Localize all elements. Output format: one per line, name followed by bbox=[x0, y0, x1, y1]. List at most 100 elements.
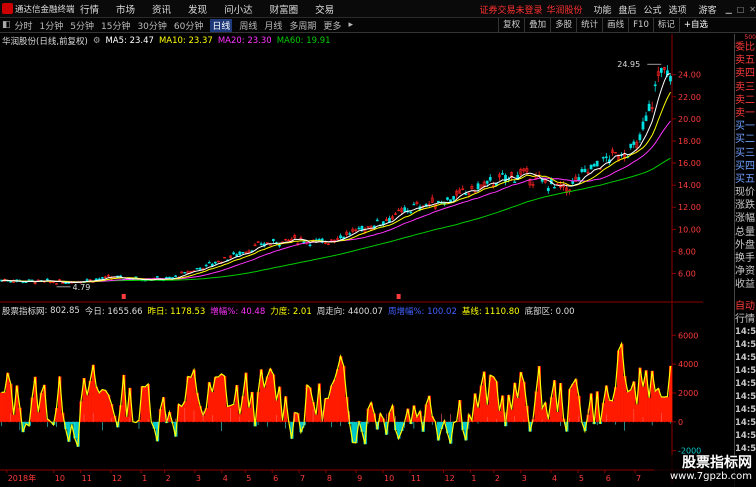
indicator-bar bbox=[0, 392, 4, 422]
guest-label[interactable]: 游客 bbox=[699, 3, 717, 16]
x-tick-label: 2018年 bbox=[8, 473, 36, 483]
indicator-bar bbox=[497, 410, 502, 422]
candle-body bbox=[659, 67, 663, 73]
sidebar-panel2-item[interactable]: 自动 bbox=[735, 300, 756, 313]
menu-after-hours[interactable]: 盘后 bbox=[619, 3, 637, 16]
period-5min[interactable]: 5分钟 bbox=[70, 19, 94, 32]
login-notice[interactable]: 证券交易未登录 bbox=[479, 3, 542, 16]
indicator-bar bbox=[647, 397, 651, 422]
candle-body bbox=[232, 252, 236, 255]
ma60-line bbox=[1, 157, 671, 282]
indicator-bar bbox=[510, 409, 514, 422]
candle-body bbox=[488, 177, 492, 181]
price-tick-label: 6.00 bbox=[678, 269, 696, 278]
menu-ask[interactable]: 问小达 bbox=[224, 2, 253, 16]
indicator-bar bbox=[491, 376, 496, 422]
indicator-bar bbox=[635, 404, 639, 422]
stock-notice[interactable]: 华润股份 bbox=[546, 3, 582, 16]
draw-line-button[interactable]: 画线 bbox=[602, 18, 628, 33]
menu-quotes[interactable]: 行情 bbox=[80, 2, 99, 16]
menu-news[interactable]: 资讯 bbox=[152, 2, 171, 16]
indicator-bar bbox=[546, 419, 551, 422]
x-tick-label: 5 bbox=[579, 474, 584, 483]
kline-chart[interactable]: 24.0022.0020.0018.0016.0014.0012.0010.00… bbox=[0, 34, 703, 484]
minimize-icon[interactable]: ▁ bbox=[726, 5, 732, 14]
candle-body bbox=[64, 282, 68, 284]
price-tick-label: 20.00 bbox=[678, 115, 701, 124]
menu-market[interactable]: 市场 bbox=[116, 2, 135, 16]
x-tick-label: 11 bbox=[82, 474, 92, 483]
menu-trade[interactable]: 交易 bbox=[315, 2, 334, 16]
sub-tick-label: 6000 bbox=[678, 331, 698, 340]
period-more[interactable]: 更多 bbox=[323, 19, 341, 32]
close-icon[interactable]: ✕ bbox=[749, 5, 756, 14]
period-60min[interactable]: 60分钟 bbox=[174, 19, 203, 32]
sub-tick-label: 0 bbox=[678, 418, 683, 427]
indicator-bar bbox=[571, 383, 575, 422]
indicator-bar bbox=[180, 406, 184, 422]
period-intraday[interactable]: 分时 bbox=[15, 19, 33, 32]
x-tick-label: 8 bbox=[327, 474, 332, 483]
menu-formula[interactable]: 公式 bbox=[644, 3, 662, 16]
price-tick-label: 24.00 bbox=[678, 71, 701, 80]
indicator-bar bbox=[265, 376, 270, 422]
period-multi[interactable]: 多周期 bbox=[289, 19, 316, 32]
candle-body bbox=[100, 277, 104, 279]
candle-body bbox=[403, 207, 407, 212]
candle-body bbox=[375, 219, 379, 222]
sidebar-item: 买四 bbox=[735, 160, 755, 172]
x-tick-label: 4 bbox=[552, 474, 557, 483]
overlay-button[interactable]: 叠加 bbox=[524, 18, 550, 33]
period-1min[interactable]: 1分钟 bbox=[40, 19, 64, 32]
price-tick-label: 12.00 bbox=[678, 203, 701, 212]
sub-tick-label: 4000 bbox=[678, 360, 698, 369]
sidebar-time: 14:56 bbox=[735, 326, 756, 337]
maximize-icon[interactable]: □ bbox=[737, 5, 745, 14]
menu-discover[interactable]: 发现 bbox=[188, 2, 207, 16]
candle-body bbox=[553, 187, 556, 189]
f10-button[interactable]: F10 bbox=[628, 18, 653, 33]
candle-body bbox=[45, 278, 49, 281]
indicator-bar bbox=[268, 368, 273, 422]
x-tick-label: 7 bbox=[300, 474, 305, 483]
add-watchlist-button[interactable]: +自选 bbox=[678, 18, 712, 33]
period-toolbar: ◧ 分时 1分钟 5分钟 15分钟 30分钟 60分钟 日线 周线 月线 多周期… bbox=[0, 18, 756, 33]
candle-body bbox=[195, 267, 199, 270]
candle-body bbox=[580, 169, 584, 173]
candle-body bbox=[27, 279, 31, 281]
period-monthly[interactable]: 月线 bbox=[264, 19, 282, 32]
indicator-bar bbox=[314, 414, 318, 422]
period-15min[interactable]: 15分钟 bbox=[101, 19, 130, 32]
price-tick-label: 16.00 bbox=[678, 159, 701, 168]
candle-body bbox=[357, 227, 361, 230]
sidebar-time: 14:56 bbox=[735, 365, 756, 376]
candle-body bbox=[238, 251, 242, 255]
sidebar-panel2-item[interactable]: 行情 bbox=[735, 313, 756, 326]
menu-wealth[interactable]: 财富圈 bbox=[270, 2, 299, 16]
indicator-bar bbox=[70, 421, 74, 425]
sidebar-time: 14:56 bbox=[735, 378, 756, 389]
indicator-bar bbox=[3, 392, 7, 422]
panel-toggle-icon[interactable]: ◧ bbox=[2, 20, 11, 30]
period-30min[interactable]: 30分钟 bbox=[137, 19, 166, 32]
candle-body bbox=[604, 156, 608, 158]
period-weekly[interactable]: 周线 bbox=[239, 19, 257, 32]
adjust-button[interactable]: 复权 bbox=[498, 18, 524, 33]
event-marker[interactable] bbox=[396, 294, 401, 299]
statistics-button[interactable]: 统计 bbox=[576, 18, 602, 33]
candle-body bbox=[360, 225, 364, 231]
menu-function[interactable]: 功能 bbox=[594, 3, 612, 16]
indicator-bar bbox=[94, 386, 99, 422]
price-tick-label: 10.00 bbox=[678, 225, 701, 234]
app-title: 通达信金融终端 bbox=[15, 4, 75, 15]
event-marker[interactable] bbox=[121, 294, 126, 299]
x-tick-label: 2 bbox=[166, 474, 171, 483]
candle-body bbox=[183, 272, 187, 274]
mark-button[interactable]: 标记 bbox=[652, 18, 679, 33]
indicator-bar bbox=[216, 376, 221, 422]
period-daily[interactable]: 日线 bbox=[210, 18, 233, 32]
multi-stock-button[interactable]: 多股 bbox=[550, 18, 576, 33]
more-chevron-icon[interactable]: ▸ bbox=[348, 20, 353, 30]
menu-options[interactable]: 选项 bbox=[669, 3, 687, 16]
indicator-bar bbox=[100, 389, 105, 422]
